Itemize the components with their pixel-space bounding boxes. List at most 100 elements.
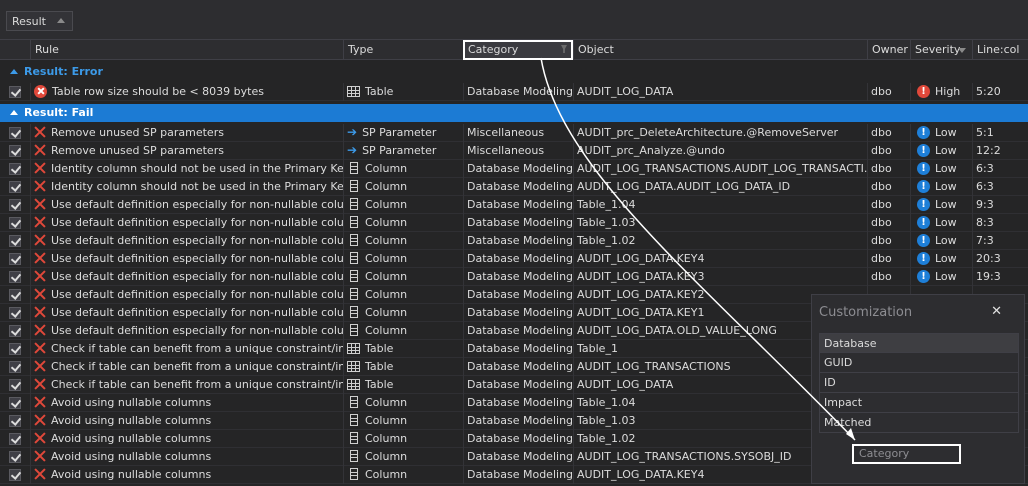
column-header-linecol[interactable]: Line:col <box>972 40 1028 60</box>
column-header-severity[interactable]: Severity <box>910 40 972 60</box>
row-checkbox[interactable] <box>9 343 21 355</box>
table-row[interactable]: Remove unused SP parameters ➔ SP Parameter… <box>0 142 1028 160</box>
table-row[interactable]: Use default definition especially for no… <box>0 250 1028 268</box>
row-checkbox[interactable] <box>9 469 21 481</box>
table-row[interactable]: Identity column should not be used in th… <box>0 160 1028 178</box>
column-header-category[interactable]: Category <box>463 40 573 60</box>
cell-text: Avoid using nullable columns <box>51 450 212 463</box>
row-checkbox[interactable] <box>9 415 21 427</box>
cell-text: 7:3 <box>976 234 994 247</box>
cell-type: Column <box>343 304 463 322</box>
cell-linecol: 8:3 <box>972 214 1028 232</box>
customization-item[interactable]: GUID <box>819 353 1019 373</box>
row-checkbox[interactable] <box>9 86 21 98</box>
info-circle-icon: ! <box>917 233 930 247</box>
customization-item[interactable]: ID <box>819 373 1019 393</box>
row-checkbox[interactable] <box>9 199 21 211</box>
column-header-object[interactable]: Object <box>573 40 867 60</box>
row-checkbox[interactable] <box>9 307 21 319</box>
cell-rule: Avoid using nullable columns <box>30 430 343 448</box>
red-x-icon <box>34 306 46 318</box>
cell-text: Database Modeling <box>467 468 573 481</box>
cell-category: Database Modeling <box>463 466 573 484</box>
row-checkbox[interactable] <box>9 451 21 463</box>
cell-text: Use default definition especially for no… <box>51 324 343 337</box>
customization-item[interactable]: Matched <box>819 413 1019 433</box>
table-row[interactable]: Identity column should not be used in th… <box>0 178 1028 196</box>
cell-text: Database Modeling <box>467 288 573 301</box>
customization-item[interactable]: Impact <box>819 393 1019 413</box>
row-checkbox[interactable] <box>9 127 21 139</box>
cell-text: Avoid using nullable columns <box>51 432 212 445</box>
cell-text: Database Modeling <box>467 198 573 211</box>
cell-category: Miscellaneous <box>463 124 573 142</box>
cell-text: 6:3 <box>976 180 994 193</box>
cell-text: dbo <box>871 270 892 283</box>
cell-category: Database Modeling <box>463 340 573 358</box>
cell-text: Database Modeling <box>467 324 573 337</box>
cell-category: Database Modeling <box>463 250 573 268</box>
group-row-fail[interactable]: Result: Fail <box>0 104 1028 122</box>
cell-text: Column <box>365 306 408 319</box>
row-checkbox[interactable] <box>9 235 21 247</box>
cell-type: Table <box>343 83 463 101</box>
table-row[interactable]: Use default definition especially for no… <box>0 196 1028 214</box>
group-row-error[interactable]: Result: Error <box>0 63 1028 81</box>
table-row[interactable]: Table row size should be < 8039 bytes Tab… <box>0 83 1028 101</box>
row-checkbox[interactable] <box>9 433 21 445</box>
table-row[interactable]: Use default definition especially for no… <box>0 214 1028 232</box>
column-header-rule[interactable]: Rule <box>30 40 343 60</box>
close-icon[interactable]: ✕ <box>991 304 1002 319</box>
table-row[interactable]: Remove unused SP parameters ➔ SP Parameter… <box>0 124 1028 142</box>
collapse-icon[interactable] <box>10 69 18 74</box>
row-checkbox[interactable] <box>9 145 21 157</box>
cell-type: Column <box>343 412 463 430</box>
cell-text: Avoid using nullable columns <box>51 396 212 409</box>
group-by-result-chip[interactable]: Result <box>6 11 73 31</box>
row-checkbox[interactable] <box>9 325 21 337</box>
customization-item[interactable]: Database <box>819 333 1019 353</box>
cell-rule: Use default definition especially for no… <box>30 304 343 322</box>
cell-severity: ! High <box>910 83 972 101</box>
row-checkbox[interactable] <box>9 181 21 193</box>
cell-text: dbo <box>871 85 892 98</box>
collapse-icon[interactable] <box>10 110 18 115</box>
cell-category: Database Modeling <box>463 178 573 196</box>
cell-text: Use default definition especially for no… <box>51 288 343 301</box>
cell-text: AUDIT_prc_Analyze.@undo <box>577 144 725 157</box>
cell-category: Database Modeling <box>463 322 573 340</box>
table-row[interactable]: Use default definition especially for no… <box>0 268 1028 286</box>
cell-type: Table <box>343 358 463 376</box>
column-header-type[interactable]: Type <box>343 40 462 60</box>
row-checkbox[interactable] <box>9 271 21 283</box>
row-checkbox[interactable] <box>9 289 21 301</box>
cell-category: Database Modeling <box>463 430 573 448</box>
cell-text: High <box>935 85 961 98</box>
cell-linecol: 6:3 <box>972 160 1028 178</box>
cell-text: Check if table can benefit from a unique… <box>51 342 343 355</box>
cell-type: Column <box>343 430 463 448</box>
cell-text: Avoid using nullable columns <box>51 414 212 427</box>
cell-linecol: 9:3 <box>972 196 1028 214</box>
row-checkbox[interactable] <box>9 253 21 265</box>
column-header-owner[interactable]: Owner <box>867 40 910 60</box>
cell-text: 5:20 <box>976 85 1001 98</box>
red-x-icon <box>34 198 46 210</box>
row-checkbox[interactable] <box>9 163 21 175</box>
cell-text: Column <box>365 468 408 481</box>
checkbox-column-header[interactable] <box>0 40 30 60</box>
row-checkbox[interactable] <box>9 217 21 229</box>
dragged-column-category[interactable]: Category <box>852 444 961 464</box>
cell-rule: Identity column should not be used in th… <box>30 178 343 196</box>
row-checkbox[interactable] <box>9 379 21 391</box>
cell-owner: dbo <box>867 124 910 142</box>
red-x-icon <box>34 396 46 408</box>
row-checkbox[interactable] <box>9 361 21 373</box>
cell-owner: dbo <box>867 142 910 160</box>
column-icon <box>350 288 358 300</box>
table-row[interactable]: Use default definition especially for no… <box>0 232 1028 250</box>
filter-icon[interactable] <box>561 45 567 53</box>
red-x-icon <box>34 432 46 444</box>
row-checkbox[interactable] <box>9 397 21 409</box>
error-circle-icon <box>34 84 47 98</box>
